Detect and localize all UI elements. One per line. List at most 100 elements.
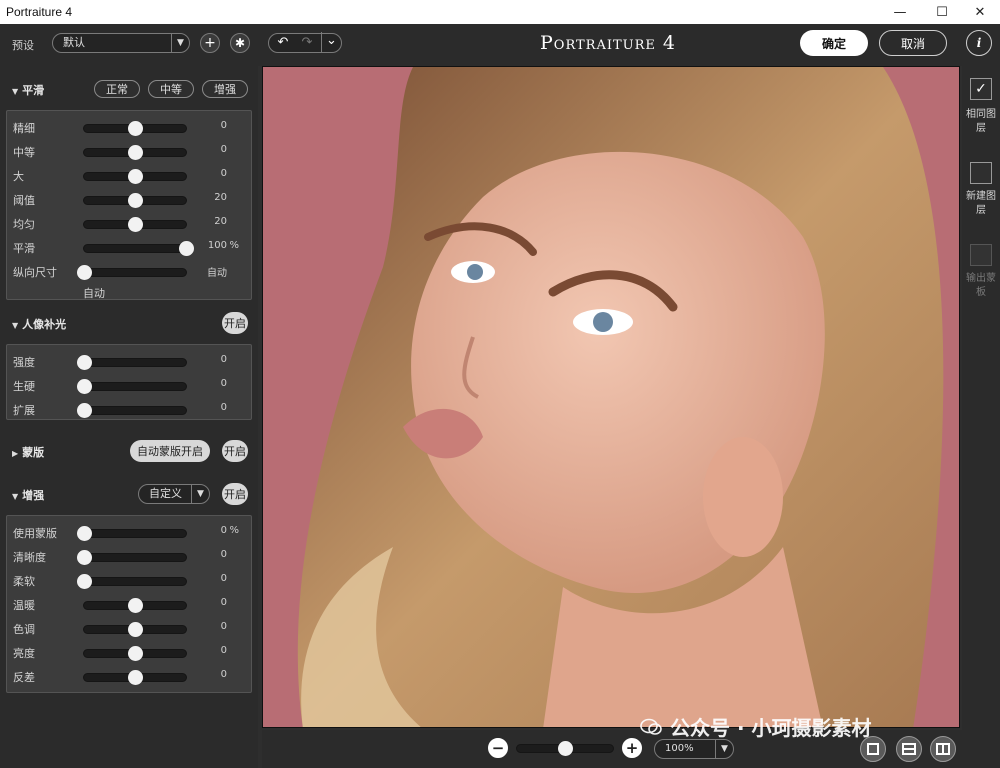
close-button[interactable]: ✕ <box>960 0 1000 24</box>
slider-track[interactable] <box>83 121 187 136</box>
minimize-button[interactable]: — <box>880 0 920 24</box>
zoom-slider-knob[interactable] <box>558 741 573 756</box>
mask-section-header[interactable]: ▶ 蒙版 <box>12 444 44 460</box>
slider-value: 0 <box>220 144 227 155</box>
new-layer-label: 新建图层 <box>966 191 996 216</box>
slider-label: 清晰度 <box>13 551 46 564</box>
slider-row: 亮度 0 <box>7 640 251 664</box>
slider-label: 柔软 <box>13 575 35 588</box>
slider-track[interactable] <box>77 265 187 280</box>
slider-knob[interactable] <box>128 217 143 232</box>
slider-unit: % <box>229 240 239 251</box>
slider-label: 亮度 <box>13 647 35 660</box>
chevron-down-icon: ▼ <box>171 34 189 52</box>
slider-knob[interactable] <box>128 622 143 637</box>
mask-toggle[interactable]: 开启 <box>222 440 248 462</box>
slider-track[interactable] <box>77 526 187 541</box>
slider-knob[interactable] <box>128 145 143 160</box>
auto-mask-button[interactable]: 自动蒙版开启 <box>130 440 210 462</box>
output-mask-checkbox[interactable] <box>970 244 992 266</box>
maximize-button[interactable]: ☐ <box>922 0 962 24</box>
settings-button[interactable]: ✱ <box>230 33 250 53</box>
portrait-light-toggle[interactable]: 开启 <box>222 312 248 334</box>
slider-label: 中等 <box>13 146 35 159</box>
slider-knob[interactable] <box>77 265 92 280</box>
mode-medium-button[interactable]: 中等 <box>148 80 194 98</box>
slider-knob[interactable] <box>128 169 143 184</box>
new-layer-checkbox[interactable] <box>970 162 992 184</box>
slider-knob[interactable] <box>128 598 143 613</box>
mode-normal-button[interactable]: 正常 <box>94 80 140 98</box>
redo-icon[interactable]: ↷ <box>297 34 317 52</box>
slider-value: 0 <box>220 354 227 365</box>
slider-unit: % <box>229 525 239 536</box>
info-button[interactable]: i <box>966 30 992 56</box>
slider-track[interactable] <box>83 670 187 685</box>
slider-row: 扩展 0 <box>7 397 251 421</box>
slider-knob[interactable] <box>77 550 92 565</box>
left-iris <box>467 264 483 280</box>
smooth-section-header[interactable]: ▼ 平滑 <box>12 82 44 98</box>
cancel-button[interactable]: 取消 <box>879 30 947 56</box>
output-mask-label: 输出蒙板 <box>966 273 996 298</box>
enhance-section-header[interactable]: ▼ 增强 <box>12 487 44 503</box>
enhance-toggle[interactable]: 开启 <box>222 483 248 505</box>
slider-label: 均匀 <box>13 218 35 231</box>
preset-label: 预设 <box>12 39 34 52</box>
slider-track[interactable] <box>77 574 187 589</box>
view-split-horizontal-button[interactable] <box>896 736 922 762</box>
mode-strong-button[interactable]: 增强 <box>202 80 248 98</box>
slider-knob[interactable] <box>128 670 143 685</box>
slider-knob[interactable] <box>77 403 92 418</box>
window-title: Portraiture 4 <box>6 5 73 19</box>
slider-track[interactable] <box>83 598 187 613</box>
slider-knob[interactable] <box>128 121 143 136</box>
same-layer-checkbox[interactable]: ✓ <box>970 78 992 100</box>
slider-track[interactable] <box>83 622 187 637</box>
preset-select[interactable]: 默认 ▼ <box>52 33 190 53</box>
preview-canvas[interactable] <box>262 66 960 728</box>
collapse-triangle-icon: ▼ <box>12 87 19 96</box>
slider-row: 生硬 0 <box>7 373 251 397</box>
slider-track[interactable] <box>83 217 187 232</box>
slider-knob[interactable] <box>128 646 143 661</box>
slider-label: 纵向尺寸 <box>13 266 57 279</box>
add-preset-button[interactable]: + <box>200 33 220 53</box>
slider-knob[interactable] <box>77 526 92 541</box>
output-panel: ✓ 相同图层 新建图层 输出蒙板 <box>962 66 1000 768</box>
slider-value: 0 <box>220 168 227 179</box>
minus-icon: − <box>491 739 505 757</box>
slider-track[interactable] <box>83 646 187 661</box>
slider-value: 0 <box>220 549 227 560</box>
split-vertical-icon <box>936 743 950 755</box>
slider-value: 自动 <box>207 268 227 279</box>
slider-track[interactable] <box>77 379 187 394</box>
slider-knob[interactable] <box>77 355 92 370</box>
slider-track[interactable] <box>77 550 187 565</box>
zoom-select[interactable]: 100% ▼ <box>654 739 734 759</box>
wechat-icon <box>640 718 662 735</box>
slider-knob[interactable] <box>128 193 143 208</box>
slider-knob[interactable] <box>77 379 92 394</box>
slider-value: 0 <box>220 378 227 389</box>
slider-track[interactable] <box>83 169 187 184</box>
slider-knob[interactable] <box>77 574 92 589</box>
zoom-slider[interactable] <box>516 741 614 756</box>
slider-track[interactable] <box>83 193 187 208</box>
zoom-out-button[interactable]: − <box>488 738 508 758</box>
portrait-light-section-header[interactable]: ▼ 人像补光 <box>12 316 66 332</box>
undo-icon[interactable]: ↶ <box>273 34 293 52</box>
slider-track[interactable] <box>77 355 187 370</box>
slider-row: 均匀 20 <box>7 211 251 235</box>
enhance-mode-select[interactable]: 自定义 ▼ <box>138 484 210 504</box>
ok-button[interactable]: 确定 <box>800 30 868 56</box>
view-split-vertical-button[interactable] <box>930 736 956 762</box>
slider-value: 0 <box>220 669 227 680</box>
slider-value: 0 <box>220 525 227 536</box>
slider-track[interactable] <box>83 145 187 160</box>
slider-track[interactable] <box>77 403 187 418</box>
plus-icon: + <box>204 35 216 51</box>
zoom-in-button[interactable]: + <box>622 738 642 758</box>
slider-track[interactable] <box>83 241 194 256</box>
history-dropdown-icon[interactable]: ⌄ <box>321 32 341 52</box>
